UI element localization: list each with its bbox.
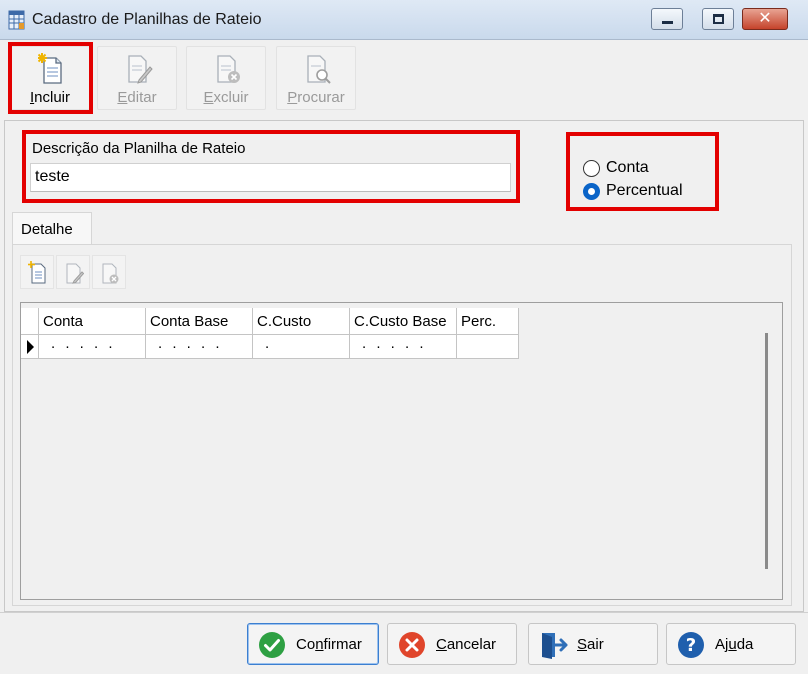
detail-toolbar	[20, 255, 128, 289]
delete-button[interactable]: Excluir	[186, 46, 266, 110]
radio-percentual[interactable]: Percentual	[583, 181, 683, 201]
cell-c-custo[interactable]: .	[253, 335, 350, 359]
grid-vertical-scrollbar[interactable]	[765, 333, 768, 569]
radio-circle-conta[interactable]	[583, 159, 600, 177]
search-document-icon	[307, 55, 331, 84]
cell-conta-base[interactable]: . . . . .	[146, 335, 253, 359]
new-document-icon	[38, 53, 62, 84]
help-label: Ajuda	[715, 636, 754, 653]
include-label: Incluir	[29, 89, 71, 106]
radio-conta[interactable]: Conta	[583, 158, 649, 178]
minimize-button[interactable]	[651, 8, 683, 30]
detail-grid[interactable]: Conta Conta Base C.Custo C.Custo Base Pe…	[20, 302, 783, 600]
exit-label: Sair	[577, 636, 604, 653]
cancel-button[interactable]: Cancelar	[387, 623, 517, 665]
current-row-indicator	[21, 335, 39, 359]
detail-delete-button[interactable]	[92, 255, 126, 289]
cell-c-custo-base[interactable]: . . . . .	[350, 335, 457, 359]
detail-edit-button[interactable]	[56, 255, 90, 289]
spreadsheet-icon	[8, 10, 25, 30]
cancel-label: Cancelar	[436, 636, 497, 653]
maximize-icon	[713, 14, 724, 24]
include-button[interactable]: Incluir	[10, 46, 90, 110]
minimize-icon	[662, 21, 673, 24]
x-circle-icon	[399, 632, 425, 658]
delete-document-icon	[102, 263, 119, 284]
maximize-button[interactable]	[702, 8, 734, 30]
window-title: Cadastro de Planilhas de Rateio	[32, 11, 262, 28]
edit-document-icon	[128, 55, 153, 84]
exit-door-icon	[542, 633, 568, 659]
column-header-c-custo-base[interactable]: C.Custo Base	[350, 308, 457, 335]
radio-label-percentual: Percentual	[606, 182, 683, 199]
edit-button[interactable]: Editar	[97, 46, 177, 110]
column-header-c-custo[interactable]: C.Custo	[253, 308, 350, 335]
column-header-conta[interactable]: Conta	[39, 308, 146, 335]
close-button[interactable]: ✕	[742, 8, 788, 30]
cell-perc[interactable]	[457, 335, 519, 359]
new-document-icon	[28, 261, 46, 284]
column-header-perc[interactable]: Perc.	[457, 308, 519, 335]
radio-label-conta: Conta	[606, 159, 649, 176]
toolbar: Incluir Editar Excluir Procurar	[0, 40, 808, 114]
detail-add-button[interactable]	[20, 255, 54, 289]
delete-label: Excluir	[203, 89, 249, 106]
tab-detalhe[interactable]: Detalhe	[12, 212, 92, 244]
edit-label: Editar	[117, 89, 157, 106]
delete-document-icon	[217, 55, 240, 83]
search-label: Procurar	[287, 89, 345, 106]
confirm-button[interactable]: Confirmar	[247, 623, 379, 665]
cell-conta[interactable]: . . . . .	[39, 335, 146, 359]
radio-circle-percentual[interactable]	[583, 182, 600, 200]
confirm-label: Confirmar	[296, 636, 362, 653]
close-icon: ✕	[758, 10, 772, 27]
help-button[interactable]: ? Ajuda	[666, 623, 796, 665]
search-button[interactable]: Procurar	[276, 46, 356, 110]
description-input[interactable]: teste	[30, 163, 511, 192]
column-header-conta-base[interactable]: Conta Base	[146, 308, 253, 335]
title-bar: Cadastro de Planilhas de Rateio ✕	[0, 0, 808, 40]
description-label: Descrição da Planilha de Rateio	[32, 140, 246, 157]
svg-text:?: ?	[686, 635, 696, 656]
edit-document-icon	[66, 263, 84, 284]
grid-corner	[21, 308, 39, 335]
footer-separator	[0, 612, 808, 613]
exit-button[interactable]: Sair	[528, 623, 658, 665]
check-circle-icon	[259, 632, 285, 658]
question-circle-icon: ?	[678, 632, 704, 658]
